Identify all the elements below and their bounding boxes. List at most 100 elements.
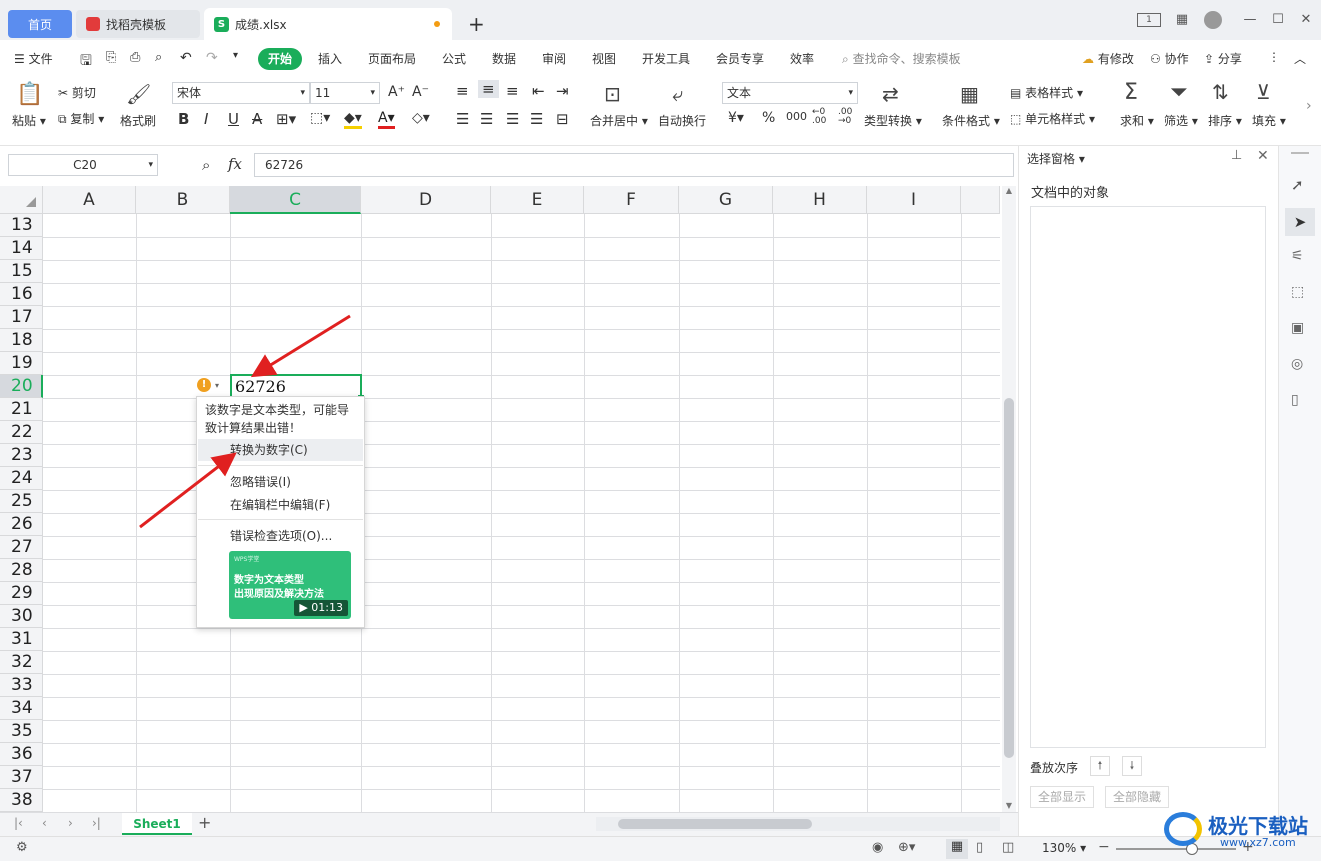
ignore-error-item[interactable]: 忽略错误(I) [198,471,363,493]
row-header[interactable]: 24 [0,467,43,490]
tab-formula[interactable]: 公式 [442,50,466,67]
align-middle-icon[interactable]: ≡ [478,80,499,98]
tab-view[interactable]: 视图 [592,50,616,67]
cut-button[interactable]: ✂ 剪切 [58,84,96,101]
fill-button[interactable]: 填充 ▾ [1252,112,1286,129]
row-header-active[interactable]: 20 [0,375,43,398]
align-left-icon[interactable]: ☰ [456,110,469,128]
row-header[interactable]: 37 [0,766,43,789]
share-button[interactable]: ⇪ 分享 [1204,50,1242,67]
quick-access-dropdown-icon[interactable]: ▾ [233,50,238,61]
fill-icon[interactable]: ⊻ [1256,80,1271,104]
justify-icon[interactable]: ☰ [530,110,543,128]
tab-member[interactable]: 会员专享 [716,50,764,67]
row-header[interactable]: 25 [0,490,43,513]
font-color-icon[interactable]: A▾ [378,110,395,129]
collab-button[interactable]: ⚇ 协作 [1150,50,1189,67]
row-header[interactable]: 14 [0,237,43,260]
align-bottom-icon[interactable]: ≡ [506,82,519,100]
formula-input[interactable]: 62726 [254,153,1014,177]
send-backward-button[interactable]: 🠗 [1122,756,1142,776]
prev-sheet-icon[interactable]: ‹ [42,816,47,830]
new-tab-button[interactable]: + [458,8,495,40]
print-icon[interactable]: ⎙ [130,50,140,65]
wrap-text-icon[interactable]: ⤶ [672,82,683,106]
decrease-indent-icon[interactable]: ⇤ [532,82,545,100]
zoom-search-icon[interactable]: ⌕ [202,156,210,174]
format-painter-button[interactable]: 格式刷 [120,112,156,129]
row-header[interactable]: 32 [0,651,43,674]
increase-indent-icon[interactable]: ⇥ [556,82,569,100]
tab-insert[interactable]: 插入 [318,50,342,67]
column-header-a[interactable]: A [43,186,136,214]
row-header[interactable]: 33 [0,674,43,697]
align-right-icon[interactable]: ☰ [506,110,519,128]
input-method-icon[interactable]: ⊕▾ [898,840,915,855]
column-header-e[interactable]: E [491,186,584,214]
column-header-c[interactable]: C [230,186,361,214]
row-header[interactable]: 31 [0,628,43,651]
row-header[interactable]: 23 [0,444,43,467]
redo-icon[interactable]: ↷ [206,50,218,66]
tutorial-video-card[interactable]: WPS学堂 数字为文本类型 出现原因及解决方法 ▶ 01:13 [229,551,351,619]
apps-grid-icon[interactable]: ▦ [1172,10,1192,30]
save-icon[interactable]: 🖫 [80,50,92,74]
normal-view-icon[interactable]: ▦ [946,839,968,859]
sum-button[interactable]: 求和 ▾ [1120,112,1154,129]
close-icon[interactable]: ✕ [1296,10,1316,30]
bring-forward-button[interactable]: 🠕 [1090,756,1110,776]
command-search[interactable]: ⌕ 查找命令、搜索模板 [842,50,961,67]
compass-icon[interactable]: ◎ [1291,356,1303,372]
row-header[interactable]: 15 [0,260,43,283]
page-break-view-icon[interactable]: ◫ [1002,840,1014,855]
fx-icon[interactable]: fx [228,155,242,173]
ribbon-scroll-right-icon[interactable]: › [1306,98,1312,114]
sort-button[interactable]: 排序 ▾ [1208,112,1242,129]
more-icon[interactable]: ⋮ [1268,50,1280,64]
convert-to-number-item[interactable]: 转换为数字(C) [198,439,363,461]
cell-style-button[interactable]: ⬚ 单元格样式 ▾ [1010,110,1095,127]
file-menu[interactable]: ☰ 文件 [14,50,53,67]
tab-review[interactable]: 审阅 [542,50,566,67]
avatar[interactable] [1204,11,1222,29]
row-header[interactable]: 30 [0,605,43,628]
tab-docer[interactable]: 找稻壳模板 [76,10,200,38]
currency-icon[interactable]: ¥▾ [728,110,744,126]
number-format-select[interactable]: 文本 ▾ [722,82,858,104]
clear-format-icon[interactable]: ◇▾ [412,110,430,126]
scroll-down-icon[interactable]: ▼ [1002,801,1016,810]
add-sheet-button[interactable]: + [198,813,211,832]
row-header[interactable]: 36 [0,743,43,766]
scroll-up-icon[interactable]: ▲ [1002,186,1016,195]
row-header[interactable]: 29 [0,582,43,605]
preview-icon[interactable]: ⌕ [155,50,162,65]
fill-color-icon[interactable]: ◆▾ [344,110,362,129]
tab-file[interactable]: S 成绩.xlsx [204,8,452,40]
edit-in-formula-bar-item[interactable]: 在编辑栏中编辑(F) [198,494,363,516]
collapse-ribbon-icon[interactable]: ︿ [1294,50,1306,67]
pane-title[interactable]: 选择窗格 ▾ [1027,150,1085,167]
book-icon[interactable]: ▯ [1291,392,1299,408]
show-all-button[interactable]: 全部显示 [1030,786,1094,808]
column-header-i[interactable]: I [867,186,961,214]
align-center-icon[interactable]: ☰ [480,110,493,128]
font-name-select[interactable]: 宋体 ▾ [172,82,310,104]
conditional-format-icon[interactable]: ▦ [960,82,979,106]
sort-icon[interactable]: ⇅ [1212,80,1229,104]
column-header-b[interactable]: B [136,186,230,214]
type-convert-icon[interactable]: ⇄ [882,82,899,106]
settings-slider-icon[interactable]: ⚟ [1291,248,1304,264]
pin-icon[interactable]: ⊥ [1231,148,1242,163]
zoom-level[interactable]: 130% ▾ [1042,841,1086,855]
column-header-g[interactable]: G [679,186,773,214]
page-layout-view-icon[interactable]: ▯ [976,840,983,855]
strikethrough-icon[interactable]: A [252,110,262,128]
row-header[interactable]: 35 [0,720,43,743]
objects-list[interactable] [1030,206,1266,748]
row-header[interactable]: 13 [0,214,43,237]
macro-icon[interactable]: ⚙ [16,840,28,855]
decrease-font-icon[interactable]: A⁻ [412,84,429,100]
merge-center-icon[interactable]: ⊡ [604,82,621,106]
merge-center-button[interactable]: 合并居中 ▾ [590,112,648,129]
next-sheet-icon[interactable]: › [68,816,73,830]
